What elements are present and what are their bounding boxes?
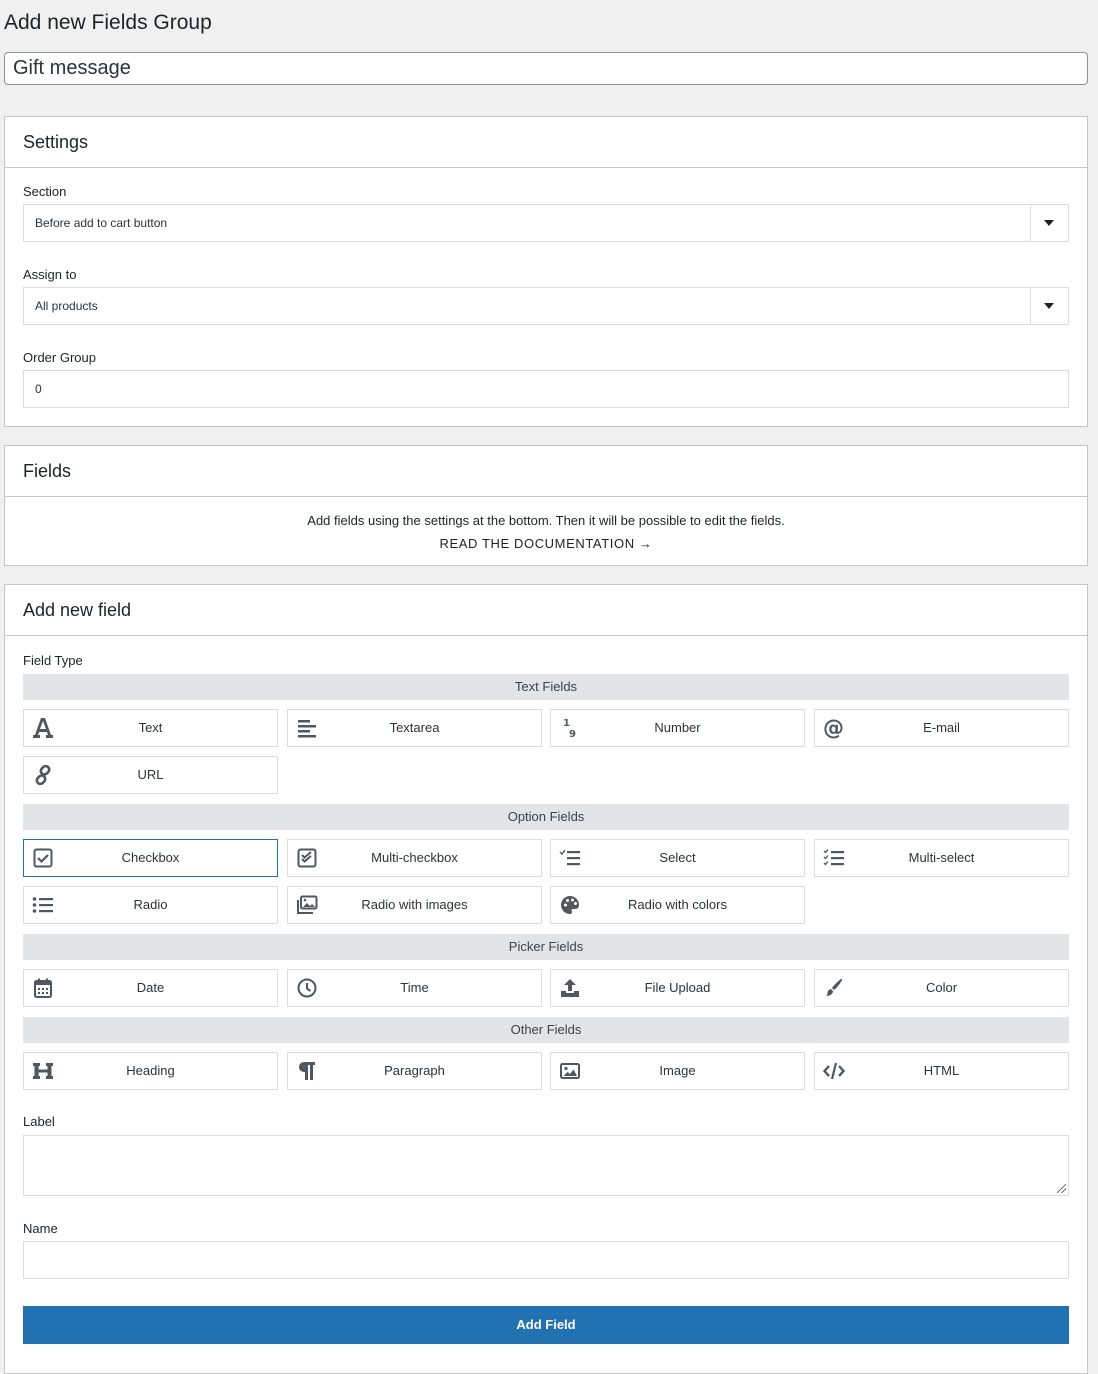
- settings-heading: Settings: [5, 117, 1087, 168]
- section-select[interactable]: Before add to cart button: [23, 204, 1069, 242]
- field-type-label: Multi-select: [908, 850, 975, 865]
- field-type-date[interactable]: Date: [23, 969, 278, 1007]
- section-dropdown-toggle[interactable]: [1030, 205, 1068, 241]
- field-type-label: URL: [137, 767, 164, 782]
- assign-to-select-value: All products: [35, 299, 98, 313]
- field-type-label: Image: [659, 1063, 696, 1078]
- field-type-number[interactable]: 1 9 Number: [550, 709, 805, 747]
- field-type-label: File Upload: [644, 980, 711, 995]
- assign-to-dropdown-toggle[interactable]: [1030, 288, 1068, 324]
- label-field-label: Label: [23, 1114, 55, 1129]
- field-type-file-upload[interactable]: File Upload: [550, 969, 805, 1007]
- field-type-radio-with-images[interactable]: Radio with images: [287, 886, 542, 924]
- order-group-input[interactable]: 0: [23, 370, 1069, 408]
- page-title: Add new Fields Group: [4, 11, 212, 34]
- assign-to-label: Assign to: [23, 267, 77, 282]
- field-type-radio[interactable]: Radio: [23, 886, 278, 924]
- field-type-label: Date: [136, 980, 165, 995]
- field-type-time[interactable]: Time: [287, 969, 542, 1007]
- field-type-label: Time: [400, 980, 429, 995]
- settings-panel: Settings Section Before add to cart butt…: [4, 116, 1088, 427]
- field-type-checkbox[interactable]: Checkbox: [23, 839, 278, 877]
- section-select-value: Before add to cart button: [35, 216, 168, 230]
- fields-empty-message: Add fields using the settings at the bot…: [307, 513, 785, 528]
- caret-down-icon: [1044, 303, 1054, 309]
- field-group-header: Option Fields: [23, 804, 1069, 830]
- label-textarea[interactable]: [23, 1135, 1069, 1196]
- field-type-label: Heading: [126, 1063, 175, 1078]
- field-type-heading[interactable]: Heading: [23, 1052, 278, 1090]
- field-type-textarea[interactable]: Textarea: [287, 709, 542, 747]
- field-type-label: Checkbox: [121, 850, 180, 865]
- field-type-label: Text: [138, 720, 163, 735]
- field-type-label: Radio with images: [361, 897, 468, 912]
- assign-to-select[interactable]: All products: [23, 287, 1069, 325]
- documentation-link[interactable]: READ THE DOCUMENTATION →: [5, 536, 1087, 551]
- field-type-label: Select: [659, 850, 696, 865]
- field-type-label: E-mail: [923, 720, 960, 735]
- page-scroll-edge: [1088, 0, 1098, 1359]
- field-type-label: Paragraph: [384, 1063, 445, 1078]
- order-group-label: Order Group: [23, 350, 96, 365]
- field-type-paragraph[interactable]: Paragraph: [287, 1052, 542, 1090]
- field-group-header: Picker Fields: [23, 934, 1069, 960]
- field-type-multi-checkbox[interactable]: Multi-checkbox: [287, 839, 542, 877]
- field-type-multi-select[interactable]: Multi-select: [814, 839, 1069, 877]
- field-group-header: Text Fields: [23, 674, 1069, 700]
- field-type-label: Radio: [133, 897, 168, 912]
- field-type-select[interactable]: Select: [550, 839, 805, 877]
- add-field-panel: Add new field Field Type Text Fields Text…: [4, 584, 1088, 1374]
- field-type-e-mail[interactable]: @ E-mail: [814, 709, 1069, 747]
- resize-handle[interactable]: [1057, 1184, 1066, 1193]
- field-type-text[interactable]: Text: [23, 709, 278, 747]
- name-input[interactable]: [23, 1241, 1069, 1279]
- field-type-label: Number: [654, 720, 701, 735]
- fields-panel: Fields Add fields using the settings at …: [4, 445, 1088, 566]
- field-type-color[interactable]: Color: [814, 969, 1069, 1007]
- field-type-label: Color: [925, 980, 958, 995]
- field-type-html[interactable]: HTML: [814, 1052, 1069, 1090]
- field-type-label: HTML: [923, 1063, 960, 1078]
- field-type-label: Multi-checkbox: [371, 850, 458, 865]
- field-type-label: Field Type: [23, 653, 83, 668]
- add-field-heading: Add new field: [5, 585, 1087, 636]
- field-group-header: Other Fields: [23, 1017, 1069, 1043]
- caret-down-icon: [1044, 220, 1054, 226]
- field-type-url[interactable]: URL: [23, 756, 278, 794]
- field-type-radio-with-colors[interactable]: Radio with colors: [550, 886, 805, 924]
- name-field-label: Name: [23, 1221, 58, 1236]
- field-type-image[interactable]: Image: [550, 1052, 805, 1090]
- field-type-label: Textarea: [389, 720, 440, 735]
- section-label: Section: [23, 184, 67, 199]
- fields-heading: Fields: [5, 446, 1087, 497]
- field-type-label: Radio with colors: [628, 897, 727, 912]
- add-field-button[interactable]: Add Field: [23, 1306, 1069, 1344]
- group-name-input[interactable]: Gift message: [4, 52, 1088, 85]
